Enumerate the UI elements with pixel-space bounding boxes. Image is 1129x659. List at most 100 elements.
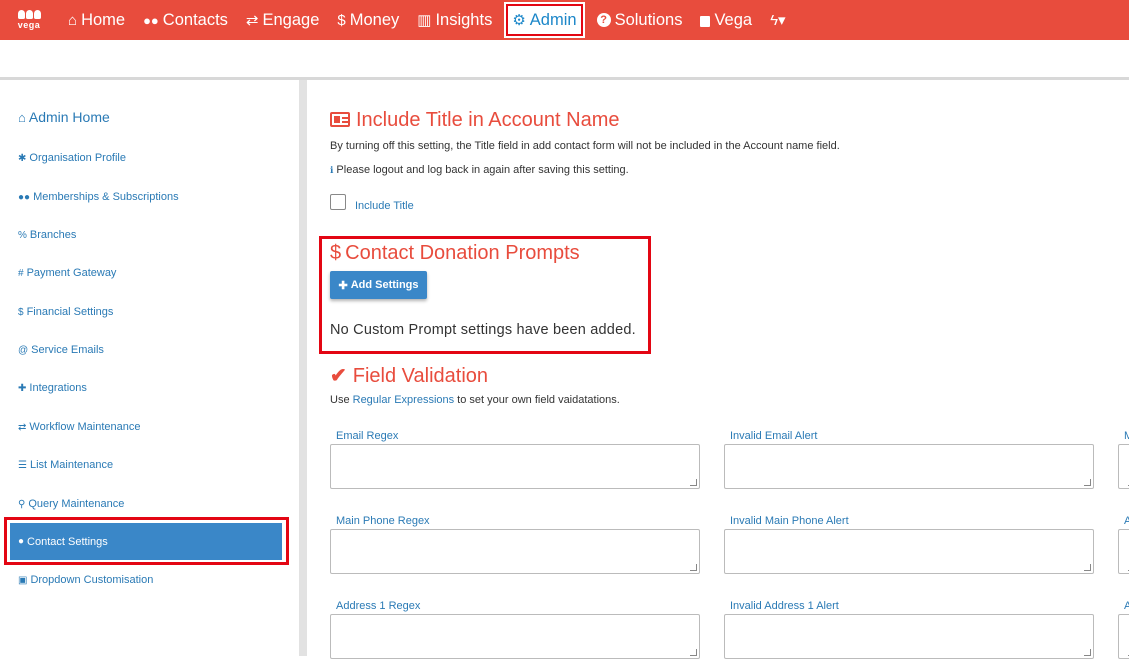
sidebar-item-organisation-profile[interactable]: ✱ Organisation Profile bbox=[18, 152, 126, 164]
admin-sidebar: ⌂ Admin Home ✱ Organisation Profile ●● Memb… bbox=[0, 80, 307, 656]
nav-money-label: Money bbox=[349, 10, 400, 29]
sidebar-item-label: Integrations bbox=[29, 382, 87, 394]
users-icon: ●● bbox=[18, 192, 31, 203]
exchange-icon: ⇄ bbox=[18, 422, 27, 433]
regular-expressions-link[interactable]: Regular Expressions bbox=[353, 394, 455, 406]
nav-insights-label: Insights bbox=[435, 10, 493, 29]
nav-engage[interactable]: ⇄ Engage bbox=[236, 0, 327, 40]
dollar-icon: $ bbox=[337, 11, 346, 29]
nav-home[interactable]: ⌂ Home bbox=[58, 0, 133, 40]
sidebar-item-label: Contact Settings bbox=[27, 535, 108, 548]
cogs-icon: ⚙ bbox=[512, 12, 526, 29]
include-title-heading: Include Title in Account Name bbox=[330, 109, 619, 132]
nav-home-label: Home bbox=[81, 10, 126, 29]
donation-heading-text: Contact Donation Prompts bbox=[345, 242, 580, 264]
sidebar-item-dropdown-customisation[interactable]: ▣ Dropdown Customisation bbox=[18, 574, 153, 586]
main-phone-regex-label: Main Phone Regex bbox=[336, 515, 430, 527]
sidebar-item-payment-gateway[interactable]: # Payment Gateway bbox=[18, 267, 116, 279]
nav-vega-label: Vega bbox=[714, 10, 753, 29]
third-column-input-3[interactable] bbox=[1118, 614, 1129, 659]
third-column-label-1: M bbox=[1124, 430, 1129, 442]
dollar-icon: $ bbox=[330, 242, 342, 264]
sidebar-item-label: Query Maintenance bbox=[28, 498, 125, 510]
check-icon: ✔ bbox=[330, 365, 347, 387]
nav-admin[interactable]: ⚙ Admin bbox=[506, 4, 583, 36]
sidebar-item-label: Admin Home bbox=[28, 109, 110, 125]
field-validation-intro: Use Regular Expressions to set your own … bbox=[330, 394, 620, 406]
sidebar-item-label: Workflow Maintenance bbox=[29, 421, 141, 433]
include-title-note: ℹ Please logout and log back in again aft… bbox=[330, 164, 629, 176]
address-1-regex-input[interactable] bbox=[330, 614, 700, 659]
sidebar-item-label: Branches bbox=[29, 229, 77, 241]
add-settings-button[interactable]: ✚ Add Settings bbox=[330, 271, 427, 299]
main-phone-regex-input[interactable] bbox=[330, 529, 700, 574]
user-icon: ● bbox=[18, 536, 25, 547]
nav-solutions[interactable]: ? Solutions bbox=[587, 0, 691, 40]
email-regex-input[interactable] bbox=[330, 444, 700, 489]
id-card-icon bbox=[330, 112, 350, 127]
include-title-heading-text: Include Title in Account Name bbox=[356, 109, 620, 131]
exchange-icon: ⇄ bbox=[245, 12, 259, 29]
main-content: Include Title in Account Name By turning… bbox=[315, 80, 1129, 659]
branch-icon: % bbox=[18, 230, 27, 241]
no-prompt-message: No Custom Prompt settings have been adde… bbox=[330, 322, 636, 338]
list-icon: ☰ bbox=[18, 460, 27, 471]
donation-heading: $ Contact Donation Prompts bbox=[330, 242, 580, 265]
sidebar-item-contact-settings[interactable]: ● Contact Settings bbox=[10, 523, 282, 560]
sidebar-item-memberships[interactable]: ●● Memberships & Subscriptions bbox=[18, 191, 179, 203]
sidebar-item-label: Organisation Profile bbox=[29, 152, 126, 164]
third-column-input-2[interactable] bbox=[1118, 529, 1129, 574]
invalid-email-alert-input[interactable] bbox=[724, 444, 1094, 489]
nav-engage-label: Engage bbox=[262, 10, 320, 29]
invalid-email-alert-label: Invalid Email Alert bbox=[730, 430, 818, 442]
lock-icon bbox=[700, 16, 711, 27]
cog-icon: ✱ bbox=[18, 153, 27, 164]
nav-contacts-label: Contacts bbox=[162, 10, 228, 29]
sidebar-item-admin-home[interactable]: ⌂ Admin Home bbox=[18, 109, 110, 125]
home-icon: ⌂ bbox=[68, 11, 78, 29]
sidebar-item-label: Memberships & Subscriptions bbox=[33, 191, 179, 203]
field-validation-heading: ✔ Field Validation bbox=[330, 363, 488, 388]
at-icon: @ bbox=[18, 345, 29, 356]
sidebar-item-query-maintenance[interactable]: ⚲ Query Maintenance bbox=[18, 498, 124, 510]
nav-insights[interactable]: ▥ Insights bbox=[407, 0, 500, 40]
sidebar-item-label: Service Emails bbox=[31, 344, 104, 356]
question-circle-icon: ? bbox=[596, 13, 611, 27]
users-icon: ●● bbox=[143, 12, 159, 28]
nav-money[interactable]: $ Money bbox=[327, 0, 407, 40]
nav-vega[interactable]: Vega bbox=[690, 0, 760, 40]
third-column-label-3: A bbox=[1124, 600, 1129, 612]
caret-square-icon: ▣ bbox=[18, 575, 28, 586]
sub-header-bar bbox=[0, 40, 1129, 80]
dollar-icon: $ bbox=[18, 307, 24, 318]
nav-solutions-label: Solutions bbox=[614, 10, 683, 29]
plus-icon: ✚ bbox=[338, 279, 348, 292]
sidebar-item-workflow-maintenance[interactable]: ⇄ Workflow Maintenance bbox=[18, 421, 140, 433]
sidebar-item-integrations[interactable]: ✚ Integrations bbox=[18, 382, 87, 394]
include-title-checkbox-label[interactable]: Include Title bbox=[355, 200, 414, 212]
top-navigation: vega ⌂ Home ●● Contacts ⇄ Engage $ Money ▥ In… bbox=[0, 0, 1129, 40]
third-column-label-2: A bbox=[1124, 515, 1129, 527]
sidebar-item-branches[interactable]: % Branches bbox=[18, 229, 76, 241]
invalid-main-phone-alert-label: Invalid Main Phone Alert bbox=[730, 515, 849, 527]
invalid-main-phone-alert-input[interactable] bbox=[724, 529, 1094, 574]
sidebar-item-service-emails[interactable]: @ Service Emails bbox=[18, 344, 104, 356]
hash-icon: # bbox=[18, 268, 24, 279]
logo-text: vega bbox=[17, 20, 41, 30]
sidebar-item-financial-settings[interactable]: $ Financial Settings bbox=[18, 306, 113, 318]
sidebar-item-list-maintenance[interactable]: ☰ List Maintenance bbox=[18, 459, 113, 471]
info-circle-icon: ℹ bbox=[330, 165, 334, 175]
nav-contacts[interactable]: ●● Contacts bbox=[133, 0, 236, 40]
nav-quick-actions[interactable]: ϟ▾ bbox=[760, 0, 797, 40]
include-title-description: By turning off this setting, the Title f… bbox=[330, 140, 840, 152]
third-column-input-1[interactable] bbox=[1118, 444, 1129, 489]
bar-chart-icon: ▥ bbox=[417, 12, 432, 29]
intro-suffix: to set your own field vaidatations. bbox=[454, 394, 620, 406]
search-icon: ⚲ bbox=[18, 499, 26, 510]
include-title-checkbox[interactable] bbox=[330, 194, 346, 210]
intro-prefix: Use bbox=[330, 394, 353, 406]
home-icon: ⌂ bbox=[18, 110, 26, 125]
vega-logo[interactable]: vega bbox=[0, 0, 58, 40]
sidebar-item-label: List Maintenance bbox=[29, 459, 114, 471]
invalid-address-1-alert-input[interactable] bbox=[724, 614, 1094, 659]
